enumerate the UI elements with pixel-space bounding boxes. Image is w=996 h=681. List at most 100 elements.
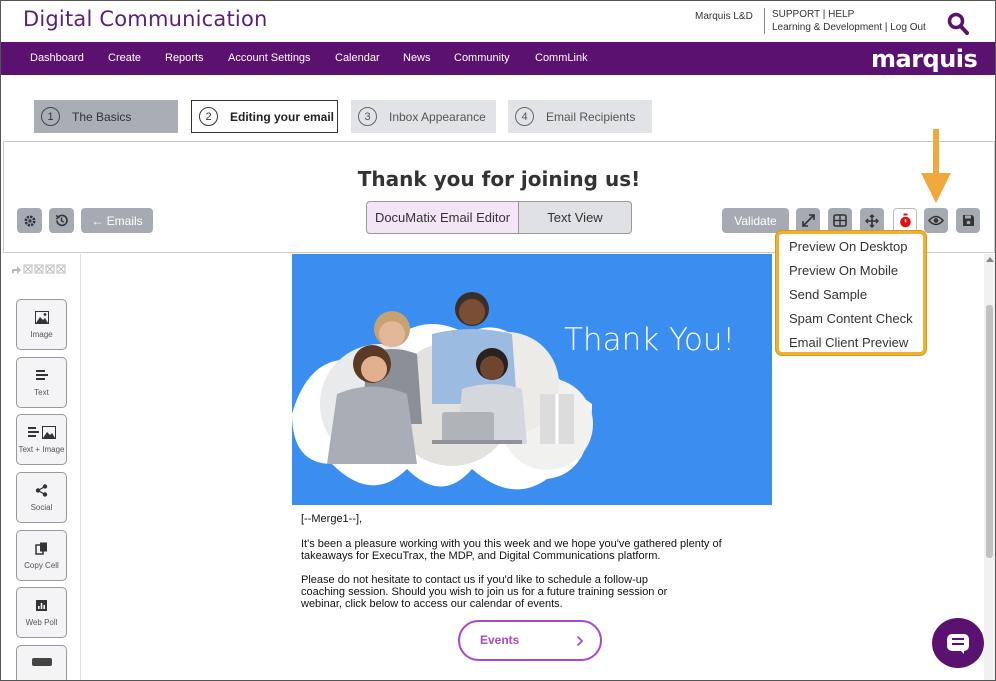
events-button-label: Events [480,633,520,647]
palette-label: Copy Cell [24,561,59,570]
timer-button[interactable] [893,208,917,233]
learning-development-link[interactable]: Learning & Development [772,22,882,33]
save-icon [962,215,974,226]
palette-web-poll-block[interactable]: Web Poll [16,587,67,638]
link-separator: | [882,22,891,33]
move-button[interactable] [860,208,884,233]
validate-button[interactable]: Validate [722,208,789,233]
step-label: Editing your email [230,109,335,124]
text-image-icon [28,426,56,439]
eye-icon [928,215,944,226]
palette-label: Text [34,388,49,397]
documatix-editor-toggle[interactable]: DocuMatix Email Editor [366,201,519,234]
history-button[interactable] [49,208,74,233]
preview-button[interactable] [924,208,948,233]
text-icon [36,370,48,380]
step-email-recipients[interactable]: 4 Email Recipients [508,100,652,133]
preview-dropdown-menu: Preview On Desktop Preview On Mobile Sen… [776,231,926,355]
expand-icon [801,214,815,227]
hero-image[interactable] [292,254,772,505]
step-number: 2 [199,107,218,126]
nav-calendar[interactable]: Calendar [335,52,380,64]
nav-commlink[interactable]: CommLink [535,52,588,64]
step-number: 4 [515,107,534,126]
palette-text-block[interactable]: Text [16,357,67,408]
menu-item-spam-check[interactable]: Spam Content Check [789,311,913,326]
move-icon [865,213,879,228]
embed-icon [32,658,52,666]
share-icon [35,484,48,497]
header-divider [764,8,765,34]
back-to-emails-button[interactable]: ← Emails [81,208,153,233]
palette-social-block[interactable]: Social [16,472,67,523]
fullscreen-button[interactable] [796,208,820,233]
app-title: Digital Communication [23,7,268,31]
settings-button[interactable] [17,208,42,233]
menu-item-preview-mobile[interactable]: Preview On Mobile [789,263,898,278]
body-paragraph-1-line-2: takeaways for ExecuTrax, the MDP, and Di… [301,550,661,562]
palette-toolbar [12,264,66,274]
save-button[interactable] [956,208,980,233]
palette-copy-cell-block[interactable]: Copy Cell [16,530,67,581]
step-label: The Basics [72,109,132,124]
menu-item-send-sample[interactable]: Send Sample [789,287,867,302]
poll-icon [36,600,47,611]
body-paragraph-2-line-3: webinar, click below to access our calen… [301,598,563,610]
menu-item-email-client-preview[interactable]: Email Client Preview [789,335,908,350]
grid-icon [833,214,847,227]
image-icon [35,311,49,324]
logout-link[interactable]: Log Out [890,22,926,33]
step-inbox-appearance[interactable]: 3 Inbox Appearance [351,100,496,133]
step-label: Inbox Appearance [389,109,486,124]
palette-label: Image [30,330,53,339]
body-paragraph-2-line-2: coaching session. Should you wish to joi… [301,586,668,598]
step-number: 3 [358,107,377,126]
support-link[interactable]: SUPPORT [772,9,820,20]
link-separator: | [819,9,829,20]
nav-account-settings[interactable]: Account Settings [228,52,311,64]
support-help-links: SUPPORT | HELP [772,9,854,20]
app-window: Digital Communication Marquis L&D SUPPOR… [0,0,996,681]
nav-news[interactable]: News [403,52,431,64]
top-header: Digital Communication Marquis L&D SUPPOR… [1,1,995,42]
scroll-up-arrow-icon[interactable] [986,257,994,262]
history-icon [55,214,68,227]
scrollbar-thumb[interactable] [986,305,993,558]
nav-create[interactable]: Create [108,52,141,64]
body-paragraph-1-line-1: It's been a pleasure working with you th… [301,538,722,550]
palette-more-block[interactable] [16,645,67,680]
nav-reports[interactable]: Reports [165,52,204,64]
palette-label: Web Poll [25,618,58,627]
body-paragraph-2-line-1: Please do not hesitate to contact us if … [301,574,648,586]
step-the-basics[interactable]: 1 The Basics [34,100,178,133]
step-number: 1 [41,107,60,126]
org-name: Marquis L&D [695,11,753,22]
chat-icon [947,634,969,654]
marquis-logo: marquis [871,45,978,73]
timer-icon [899,213,911,228]
annotation-arrow-icon [921,129,951,203]
step-label: Email Recipients [546,109,636,124]
menu-item-preview-desktop[interactable]: Preview On Desktop [789,239,908,254]
palette-label: Social [30,503,53,512]
copy-icon [35,542,47,555]
text-view-toggle[interactable]: Text View [518,201,632,234]
hero-photo [292,292,593,490]
grid-layout-button[interactable] [828,208,852,233]
gear-icon [24,215,35,226]
email-title: Thank you for joining us! [357,167,641,191]
palette-image-block[interactable]: Image [16,299,67,350]
chevron-right-icon [576,635,584,647]
nav-dashboard[interactable]: Dashboard [30,52,84,64]
search-icon[interactable] [947,12,969,36]
nav-community[interactable]: Community [454,52,510,64]
step-editing-your-email[interactable]: 2 Editing your email [191,100,338,133]
chat-support-button[interactable] [932,618,984,668]
palette-label: Text + Image [18,445,65,454]
help-link[interactable]: HELP [828,9,854,20]
merge-tag: [--Merge1--], [301,513,363,525]
events-button[interactable]: Events [458,620,602,661]
account-links: Learning & Development | Log Out [772,22,926,33]
palette-text-image-block[interactable]: Text + Image [16,414,67,465]
hero-heading: Thank You! [564,322,735,358]
